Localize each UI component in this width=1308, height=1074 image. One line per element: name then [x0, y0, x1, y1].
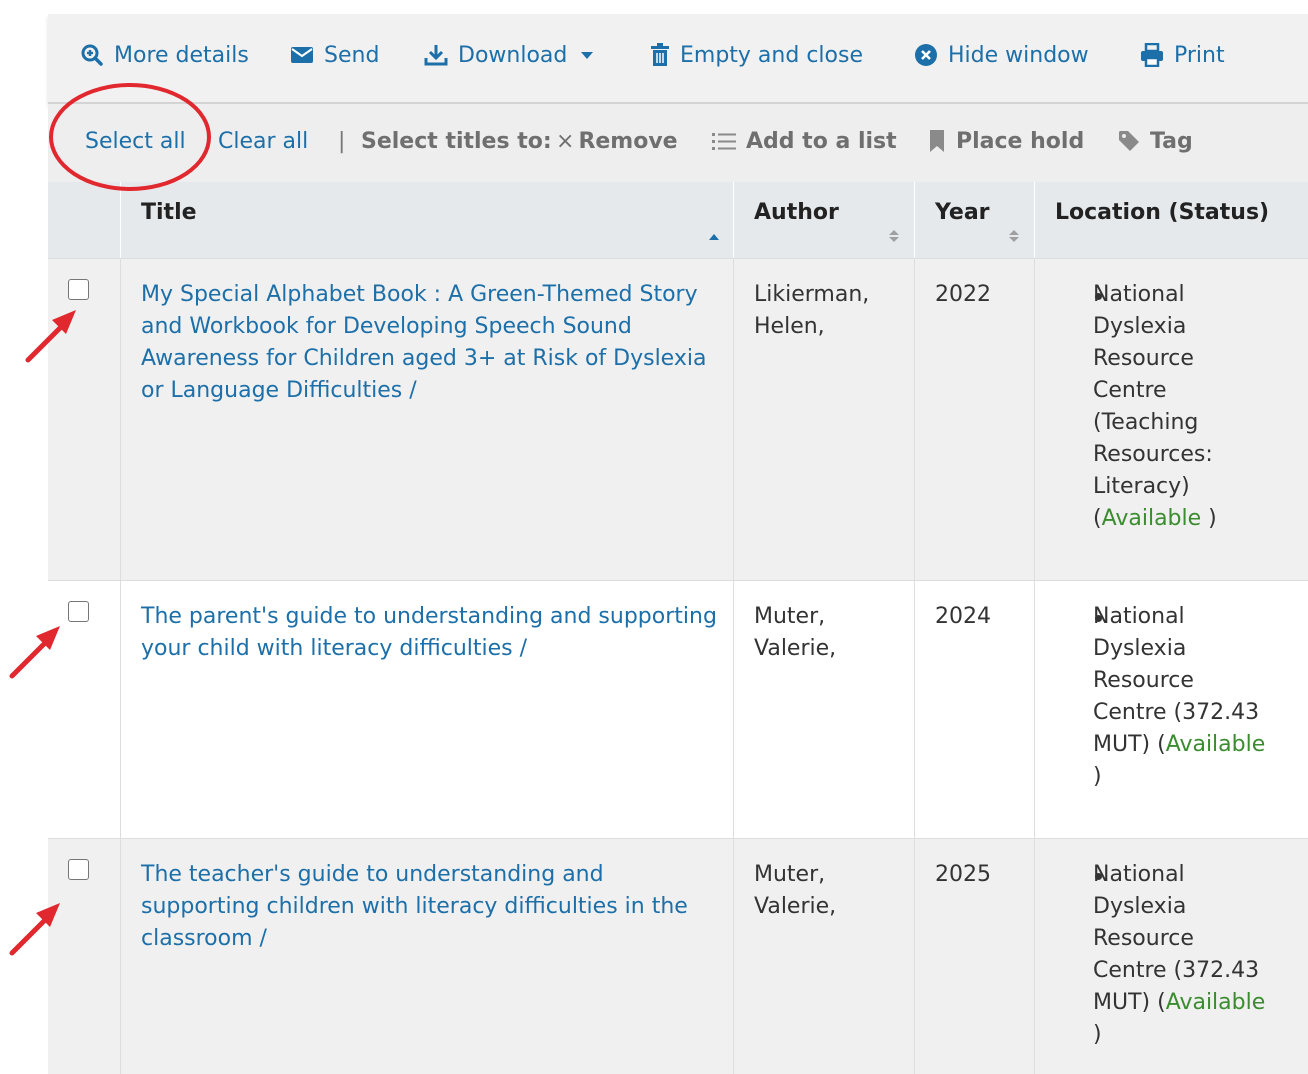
select-all-link[interactable]: Select all	[85, 124, 186, 158]
year-text: 2022	[935, 282, 991, 307]
zoom-in-icon	[81, 44, 103, 66]
select-cell	[48, 259, 120, 580]
sort-icon	[889, 230, 899, 242]
envelope-icon	[291, 47, 313, 63]
header-author-label: Author	[754, 200, 839, 225]
header-title-label: Title	[141, 200, 197, 225]
table-row: My Special Alphabet Book : A Green-Theme…	[48, 258, 1308, 580]
header-select-column	[48, 182, 120, 258]
chevron-down-icon	[581, 51, 594, 59]
add-to-list-label: Add to a list	[746, 128, 897, 154]
row-checkbox[interactable]	[68, 859, 89, 880]
header-title[interactable]: Title	[120, 182, 733, 258]
location-cell: National Dyslexia Resource Centre (372.4…	[1034, 839, 1308, 1074]
status-close: )	[1093, 764, 1102, 789]
title-link[interactable]: The teacher's guide to understanding and…	[141, 859, 721, 955]
row-checkbox[interactable]	[68, 601, 89, 622]
selection-bar: Select all Clear all | Select titles to:…	[48, 104, 1308, 182]
remove-label: Remove	[578, 128, 678, 154]
author-text: Muter, Valerie,	[754, 604, 837, 661]
tag-button[interactable]: Tag	[1118, 124, 1193, 158]
place-hold-label: Place hold	[956, 128, 1085, 154]
hide-window-label: Hide window	[948, 42, 1089, 68]
list-icon	[712, 133, 736, 150]
year-text: 2025	[935, 862, 991, 887]
send-button[interactable]: Send	[290, 38, 379, 72]
place-hold-button[interactable]: Place hold	[928, 124, 1084, 158]
title-cell: The parent's guide to understanding and …	[120, 581, 733, 838]
header-author[interactable]: Author	[733, 182, 914, 258]
location-text: National Dyslexia Resource Centre (Teach…	[1093, 279, 1273, 535]
title-link[interactable]: The parent's guide to understanding and …	[141, 601, 721, 665]
send-label: Send	[324, 42, 380, 68]
download-icon	[424, 45, 448, 66]
location-cell: National Dyslexia Resource Centre (372.4…	[1034, 581, 1308, 838]
select-all-label: Select all	[85, 128, 186, 154]
separator: |	[338, 124, 345, 158]
status-close: )	[1093, 1022, 1102, 1047]
status-close: )	[1201, 506, 1217, 531]
separator-label: |	[338, 128, 346, 154]
page: More details Send Download Empty and clo…	[0, 0, 1308, 1074]
table-header: Title Author Year Location (Status)	[48, 182, 1308, 258]
author-cell: Likierman, Helen,	[733, 259, 914, 580]
location-cell: National Dyslexia Resource Centre (Teach…	[1034, 259, 1308, 580]
more-details-button[interactable]: More details	[80, 38, 249, 72]
download-button[interactable]: Download	[424, 38, 594, 72]
status-available: Available	[1165, 990, 1266, 1015]
select-titles-to-text: Select titles to:	[361, 128, 552, 154]
location-text: National Dyslexia Resource Centre (372.4…	[1093, 859, 1273, 1051]
print-label: Print	[1174, 42, 1225, 68]
tag-icon	[1119, 131, 1139, 151]
empty-and-close-button[interactable]: Empty and close	[650, 38, 863, 72]
year-text: 2024	[935, 604, 991, 629]
select-titles-to-label: Select titles to:	[361, 124, 552, 158]
download-label: Download	[458, 42, 568, 68]
table-row: The teacher's guide to understanding and…	[48, 838, 1308, 1074]
sort-asc-icon	[709, 234, 719, 240]
bookmark-icon	[930, 130, 944, 152]
select-cell	[48, 839, 120, 1074]
remove-button[interactable]: × Remove	[556, 124, 678, 158]
row-checkbox[interactable]	[68, 279, 89, 300]
header-year[interactable]: Year	[914, 182, 1034, 258]
status-available: Available	[1101, 506, 1202, 531]
author-cell: Muter, Valerie,	[733, 839, 914, 1074]
print-button[interactable]: Print	[1140, 38, 1225, 72]
sort-icon	[1009, 230, 1019, 242]
tag-label: Tag	[1150, 128, 1193, 154]
author-text: Muter, Valerie,	[754, 862, 837, 919]
title-cell: My Special Alphabet Book : A Green-Theme…	[120, 259, 733, 580]
status-available: Available	[1165, 732, 1266, 757]
more-details-label: More details	[114, 42, 249, 68]
header-location[interactable]: Location (Status)	[1034, 182, 1308, 258]
times-icon: ×	[556, 128, 575, 154]
table-row: The parent's guide to understanding and …	[48, 580, 1308, 838]
cart-panel: More details Send Download Empty and clo…	[48, 14, 1308, 1074]
hide-window-button[interactable]: Hide window	[914, 38, 1089, 72]
year-cell: 2024	[914, 581, 1034, 838]
printer-icon	[1141, 43, 1163, 67]
header-location-label: Location (Status)	[1055, 200, 1270, 225]
title-cell: The teacher's guide to understanding and…	[120, 839, 733, 1074]
header-year-label: Year	[935, 200, 990, 225]
cart-toolbar: More details Send Download Empty and clo…	[48, 14, 1308, 104]
add-to-list-button[interactable]: Add to a list	[712, 124, 897, 158]
select-cell	[48, 581, 120, 838]
close-circle-icon	[915, 44, 937, 66]
location-name: National Dyslexia Resource Centre (Teach…	[1093, 282, 1213, 531]
year-cell: 2022	[914, 259, 1034, 580]
year-cell: 2025	[914, 839, 1034, 1074]
author-cell: Muter, Valerie,	[733, 581, 914, 838]
author-text: Likierman, Helen,	[754, 282, 870, 339]
location-text: National Dyslexia Resource Centre (372.4…	[1093, 601, 1273, 793]
title-link[interactable]: My Special Alphabet Book : A Green-Theme…	[141, 279, 721, 407]
trash-icon	[651, 43, 669, 66]
empty-and-close-label: Empty and close	[680, 42, 863, 68]
clear-all-label: Clear all	[218, 128, 309, 154]
clear-all-link[interactable]: Clear all	[218, 124, 308, 158]
